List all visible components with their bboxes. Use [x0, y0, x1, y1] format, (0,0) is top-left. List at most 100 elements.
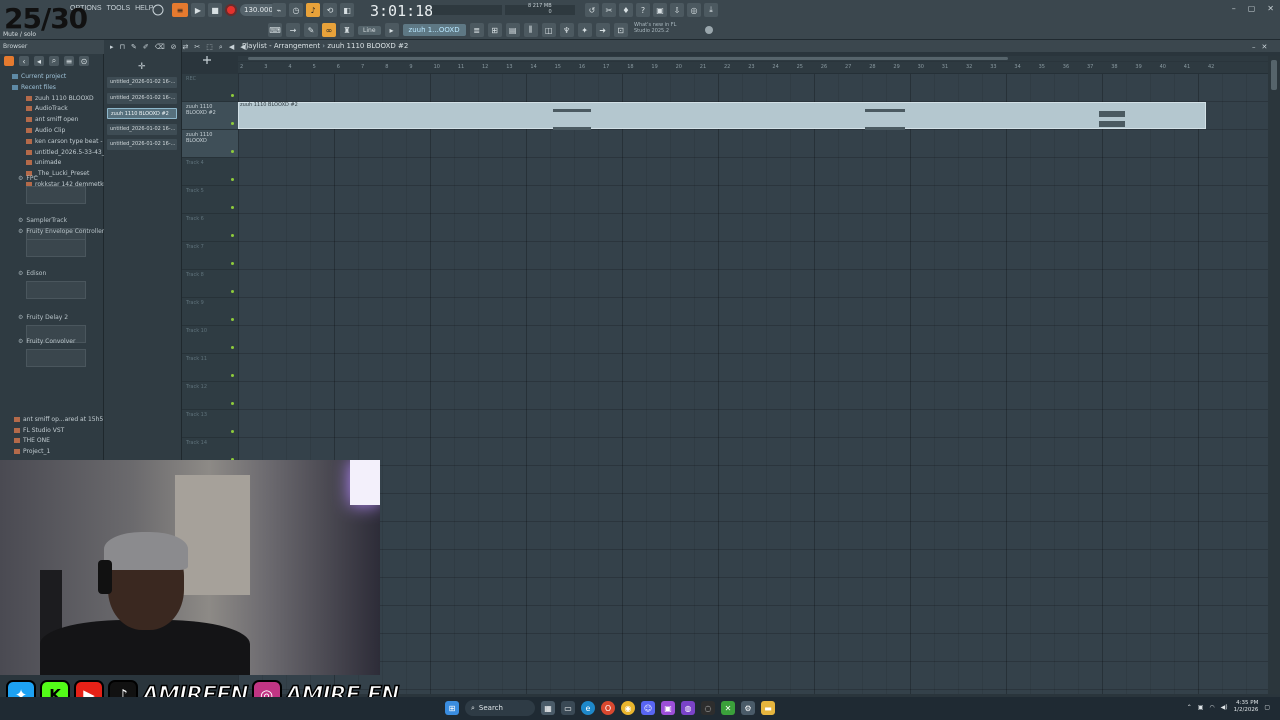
xbox-icon[interactable]: ✕: [721, 701, 735, 715]
stop-button[interactable]: ■: [208, 3, 222, 17]
timeline-ruler[interactable]: 2 3 4 5 6 7 8 9 10 11 12 13 14 15 16 17 18 19 20 21 22 23 24 25…: [238, 62, 1268, 74]
save-icon[interactable]: ▣: [653, 3, 667, 17]
stock-icon[interactable]: ⊡: [613, 23, 628, 37]
browser-file[interactable]: ant smiff op...ared at 15h51: [0, 416, 104, 426]
notification-icon[interactable]: ▢: [1264, 704, 1270, 711]
paint-icon[interactable]: ✐: [143, 43, 149, 52]
task-view-icon[interactable]: ▭: [561, 701, 575, 715]
browser-file[interactable]: Audio Clip: [0, 127, 104, 137]
browser-file[interactable]: ken carson type beat - 4life: [0, 138, 104, 148]
track-header[interactable]: zuuh 1110 BLOOXD #2: [182, 102, 238, 130]
browser-plugin[interactable]: ⚙ Fruity Delay 2: [0, 314, 104, 324]
link-icon[interactable]: ∞: [322, 23, 336, 37]
browser-plugin[interactable]: ⚙ SamplerTrack: [0, 217, 104, 227]
vertical-scrollbar[interactable]: [1268, 56, 1280, 694]
network-icon[interactable]: ◠: [1209, 704, 1214, 711]
arrow-right-icon[interactable]: ▸: [110, 43, 114, 52]
track-mute-led[interactable]: [231, 318, 234, 321]
browser-file[interactable]: THE ONE: [0, 437, 104, 447]
draw-icon[interactable]: ✎: [131, 43, 137, 52]
speaker-icon[interactable]: ◀): [240, 43, 248, 52]
playlist-project[interactable]: zuuh 1110 BLOOXD #2: [327, 42, 408, 50]
pattern-selector[interactable]: zuuh 1...OOXD: [402, 24, 466, 36]
maximize-icon[interactable]: ▢: [1248, 4, 1256, 13]
browser-file[interactable]: Project_1: [0, 448, 104, 458]
widgets-icon[interactable]: ▦: [541, 701, 555, 715]
track-header[interactable]: Track 9: [182, 298, 238, 326]
mute-icon[interactable]: ⊘: [171, 43, 177, 52]
add-pattern-icon[interactable]: ✛: [138, 62, 146, 72]
browser-plugin[interactable]: ⚙ Edison: [0, 270, 104, 280]
edge-icon[interactable]: e: [581, 701, 595, 715]
obs-icon[interactable]: ◍: [681, 701, 695, 715]
step-edit-icon[interactable]: ◧: [340, 3, 354, 17]
track-header[interactable]: Track 11: [182, 354, 238, 382]
pattern-item[interactable]: zuuh 1110 BLOOXD #2: [107, 108, 177, 119]
browser-file[interactable]: unimade: [0, 159, 104, 169]
steam-icon[interactable]: ◌: [701, 701, 715, 715]
browser-plugin[interactable]: ⚙ FPC: [0, 175, 104, 185]
browser-folder[interactable]: Recent files: [0, 84, 104, 94]
browser-folder[interactable]: Current project: [0, 73, 104, 83]
tempo-tapper-icon[interactable]: ✦: [577, 23, 592, 37]
mixer-icon[interactable]: ⫼: [523, 23, 538, 37]
undo-icon[interactable]: ↺: [585, 3, 599, 17]
slice-icon[interactable]: ✂: [194, 43, 200, 52]
zoom-icon[interactable]: ⌕: [219, 43, 223, 52]
track-header[interactable]: Track 10: [182, 326, 238, 354]
track-mute-led[interactable]: [231, 206, 234, 209]
track-header[interactable]: Track 8: [182, 270, 238, 298]
track-mute-led[interactable]: [231, 402, 234, 405]
play-button[interactable]: ▶: [191, 3, 205, 17]
tray-chevron-icon[interactable]: ⌃: [1187, 704, 1192, 711]
track-header[interactable]: Track 12: [182, 382, 238, 410]
arrow-icon[interactable]: ▸: [384, 23, 399, 37]
opera-icon[interactable]: O: [601, 701, 615, 715]
news-panel[interactable]: What's new in FL Studio 2025.2: [634, 22, 676, 34]
volume-icon[interactable]: ◀): [1221, 704, 1228, 711]
plugin-icon[interactable]: ♆: [559, 23, 574, 37]
pattern-song-toggle[interactable]: ≡: [172, 3, 188, 17]
track-mute-led[interactable]: [231, 346, 234, 349]
track-mute-led[interactable]: [231, 234, 234, 237]
slip-icon[interactable]: ⇄: [183, 43, 189, 52]
pattern-item[interactable]: untitled_2026-01-02 16-...: [107, 92, 177, 104]
minimize-icon[interactable]: –: [1232, 4, 1236, 13]
taskbar-search[interactable]: ⌕ Search: [465, 700, 535, 716]
piano-roll-icon[interactable]: ⊞: [487, 23, 502, 37]
fl-logo-icon[interactable]: [704, 25, 714, 37]
windows-start-icon[interactable]: ⊞: [445, 701, 459, 715]
help-icon[interactable]: ?: [636, 3, 650, 17]
track-mute-led[interactable]: [231, 94, 234, 97]
mic-icon[interactable]: ♦: [619, 3, 633, 17]
track-header[interactable]: Track 6: [182, 214, 238, 242]
track-mute-led[interactable]: [231, 150, 234, 153]
track-header[interactable]: Track 13: [182, 410, 238, 438]
audio-clip[interactable]: [238, 102, 1206, 130]
filter-icon[interactable]: ⌕: [49, 56, 59, 66]
record-button[interactable]: [225, 4, 237, 16]
keyboard-icon[interactable]: ⌨: [268, 23, 282, 37]
chat-icon[interactable]: ◎: [687, 3, 701, 17]
track-mute-led[interactable]: [231, 290, 234, 293]
channel-rack-icon[interactable]: ▤: [505, 23, 520, 37]
track-header[interactable]: zuuh 1110 BLOOXD: [182, 130, 238, 158]
track-mute-led[interactable]: [231, 262, 234, 265]
track-mute-led[interactable]: [231, 430, 234, 433]
browser-icon[interactable]: ◫: [541, 23, 556, 37]
browser-plugin[interactable]: ⚙ Fruity Envelope Controller: [0, 228, 104, 238]
playlist-icon[interactable]: ≣: [469, 23, 484, 37]
clock[interactable]: 4:35 PM 1/2/2026: [1234, 700, 1259, 714]
blend-notes-icon[interactable]: ♪: [306, 3, 320, 17]
browser-file[interactable]: AudioTrack: [0, 105, 104, 115]
chrome-icon[interactable]: ◉: [621, 701, 635, 715]
track-mute-led[interactable]: [231, 122, 234, 125]
settings-icon[interactable]: ⚙: [741, 701, 755, 715]
track-header[interactable]: Track 4: [182, 158, 238, 186]
magnet-icon[interactable]: ⊓: [120, 43, 125, 52]
back-icon[interactable]: ‹: [19, 56, 29, 66]
typing-icon[interactable]: →: [286, 23, 300, 37]
vertical-scroll-thumb[interactable]: [1271, 60, 1277, 90]
wait-icon[interactable]: ⌁: [272, 3, 286, 17]
browser-file[interactable]: untitled_2026.5-33-43_REC: [0, 149, 104, 159]
